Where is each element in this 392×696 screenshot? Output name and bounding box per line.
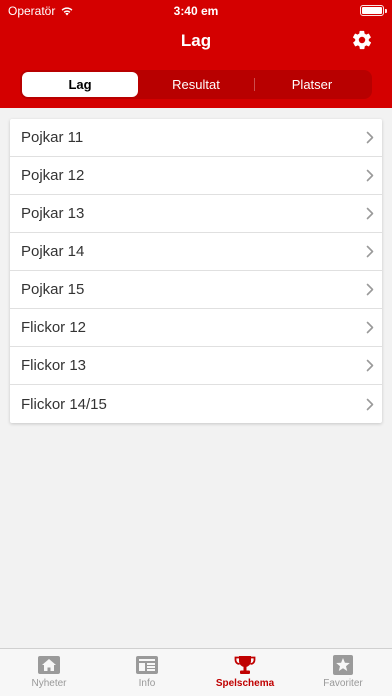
tab-label: Info	[138, 678, 156, 689]
tab-label: Favoriter	[323, 678, 363, 689]
home-icon	[38, 656, 60, 674]
list-item-label: Pojkar 12	[21, 167, 85, 184]
status-bar: Operatör 3:40 em	[0, 0, 392, 22]
list-item-label: Pojkar 14	[21, 243, 85, 260]
chevron-right-icon	[366, 283, 374, 296]
list-item-label: Flickor 13	[21, 357, 87, 374]
tab-info[interactable]: Info	[98, 649, 196, 696]
newspaper-icon	[136, 656, 158, 674]
list-item-label: Pojkar 15	[21, 281, 85, 298]
chevron-right-icon	[366, 245, 374, 258]
list-item-pojkar-12[interactable]: Pojkar 12	[10, 157, 382, 195]
tab-favoriter[interactable]: Favoriter	[294, 649, 392, 696]
page-title: Lag	[180, 31, 212, 50]
tab-label: Nyheter	[31, 678, 67, 689]
team-list: Pojkar 11 Pojkar 12 Pojkar 13 Pojkar 14 …	[10, 119, 382, 423]
battery-icon	[360, 5, 387, 16]
chevron-right-icon	[366, 131, 374, 144]
list-item-pojkar-13[interactable]: Pojkar 13	[10, 195, 382, 233]
chevron-right-icon	[366, 359, 374, 372]
list-item-flickor-13[interactable]: Flickor 13	[10, 347, 382, 385]
list-item-pojkar-15[interactable]: Pojkar 15	[10, 271, 382, 309]
list-item-label: Flickor 14/15	[21, 395, 107, 413]
list-item-pojkar-14[interactable]: Pojkar 14	[10, 233, 382, 271]
star-icon	[333, 655, 353, 675]
tab-label: Spelschema	[215, 678, 275, 689]
chevron-right-icon	[366, 207, 374, 220]
header: Operatör 3:40 em Lag Lag Resultat Platse…	[0, 0, 392, 108]
trophy-icon	[234, 656, 256, 674]
gear-icon	[352, 30, 372, 50]
segment-platser[interactable]: Platser	[254, 72, 370, 97]
list-item-flickor-12[interactable]: Flickor 12	[10, 309, 382, 347]
tab-bar: Nyheter Info Spelschema Favoriter	[0, 648, 392, 696]
chevron-right-icon	[366, 321, 374, 334]
list-item-pojkar-11[interactable]: Pojkar 11	[10, 119, 382, 157]
list-item-label: Pojkar 13	[21, 205, 85, 222]
tab-spelschema[interactable]: Spelschema	[196, 649, 294, 696]
segmented-control: Lag Resultat Platser	[20, 70, 372, 99]
list-item-label: Pojkar 11	[21, 129, 84, 146]
status-time: 3:40 em	[173, 4, 219, 18]
tab-nyheter[interactable]: Nyheter	[0, 649, 98, 696]
list-item-flickor-14-15[interactable]: Flickor 14/15	[10, 385, 382, 423]
segment-resultat[interactable]: Resultat	[138, 72, 254, 97]
list-item-label: Flickor 12	[21, 319, 87, 336]
settings-button[interactable]	[350, 28, 374, 52]
chevron-right-icon	[366, 398, 374, 410]
segment-lag[interactable]: Lag	[22, 72, 138, 97]
chevron-right-icon	[366, 169, 374, 182]
